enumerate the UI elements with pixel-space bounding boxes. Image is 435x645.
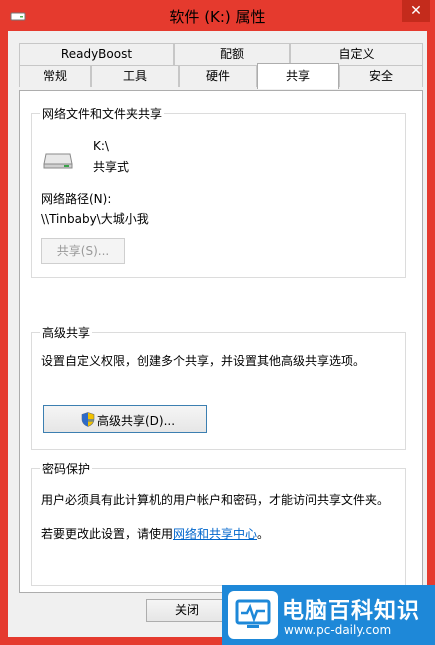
watermark-logo [228, 591, 278, 639]
network-sharing-center-link[interactable]: 网络和共享中心 [173, 527, 257, 541]
monitor-pulse-icon [235, 599, 271, 628]
advanced-sharing-group: 高级共享 设置自定义权限，创建多个共享，并设置其他高级共享选项。 高级共享(D)… [31, 324, 406, 450]
drive-name: K:\ [93, 139, 109, 153]
watermark-title: 电脑百科知识 [282, 599, 421, 624]
password-protection-description: 用户必须具有此计算机的用户帐户和密码，才能访问共享文件夹。 [41, 493, 390, 507]
network-sharing-group: 网络文件和文件夹共享 K:\ 共享式 网络路径(N): \\Tinbaby\大城… [31, 105, 406, 278]
window-title: 软件 (K:) 属性 [169, 8, 266, 26]
tab-sharing[interactable]: 共享 [257, 63, 339, 89]
properties-window: 软件 (K:) 属性 ✕ ReadyBoost 配额 自定义 常规 工具 硬件 … [0, 0, 435, 645]
change-setting-suffix: 。 [257, 527, 270, 541]
close-window-button[interactable]: ✕ [402, 0, 430, 22]
password-protection-group: 密码保护 用户必须具有此计算机的用户帐户和密码，才能访问共享文件夹。 若要更改此… [31, 460, 406, 586]
watermark: 电脑百科知识 www.pc-daily.com [222, 585, 435, 645]
tab-readyboost[interactable]: ReadyBoost [19, 43, 174, 65]
drive-share-status: 共享式 [93, 160, 130, 174]
share-button[interactable]: 共享(S)... [41, 238, 125, 264]
tab-hardware[interactable]: 硬件 [179, 65, 257, 87]
change-setting-text: 若要更改此设置，请使用网络和共享中心。 [41, 525, 269, 542]
advanced-sharing-description: 设置自定义权限，创建多个共享，并设置其他高级共享选项。 [41, 354, 366, 368]
tab-tools[interactable]: 工具 [91, 65, 179, 87]
advanced-sharing-title: 高级共享 [40, 324, 93, 341]
network-path-value: \\Tinbaby\大城小我 [41, 212, 149, 226]
sharing-tab-panel: 网络文件和文件夹共享 K:\ 共享式 网络路径(N): \\Tinbaby\大城… [19, 90, 423, 593]
network-sharing-title: 网络文件和文件夹共享 [40, 105, 165, 122]
watermark-url: www.pc-daily.com [284, 623, 392, 637]
tab-customize[interactable]: 自定义 [290, 43, 423, 65]
network-path-label: 网络路径(N): [41, 192, 112, 206]
uac-shield-icon [81, 412, 95, 427]
change-setting-prefix: 若要更改此设置，请使用 [41, 527, 174, 541]
title-bar[interactable]: 软件 (K:) 属性 ✕ [0, 0, 435, 33]
advanced-sharing-button[interactable]: 高级共享(D)... [43, 405, 207, 433]
close-button[interactable]: 关闭 [146, 599, 228, 622]
tab-quota[interactable]: 配额 [174, 43, 290, 65]
tab-security[interactable]: 安全 [339, 65, 423, 87]
tab-general[interactable]: 常规 [19, 65, 91, 87]
dialog-client-area: ReadyBoost 配额 自定义 常规 工具 硬件 共享 安全 网络文件和文件… [8, 31, 427, 637]
advanced-sharing-button-label: 高级共享(D)... [97, 414, 176, 428]
drive-icon [43, 153, 73, 169]
password-protection-title: 密码保护 [40, 460, 93, 477]
